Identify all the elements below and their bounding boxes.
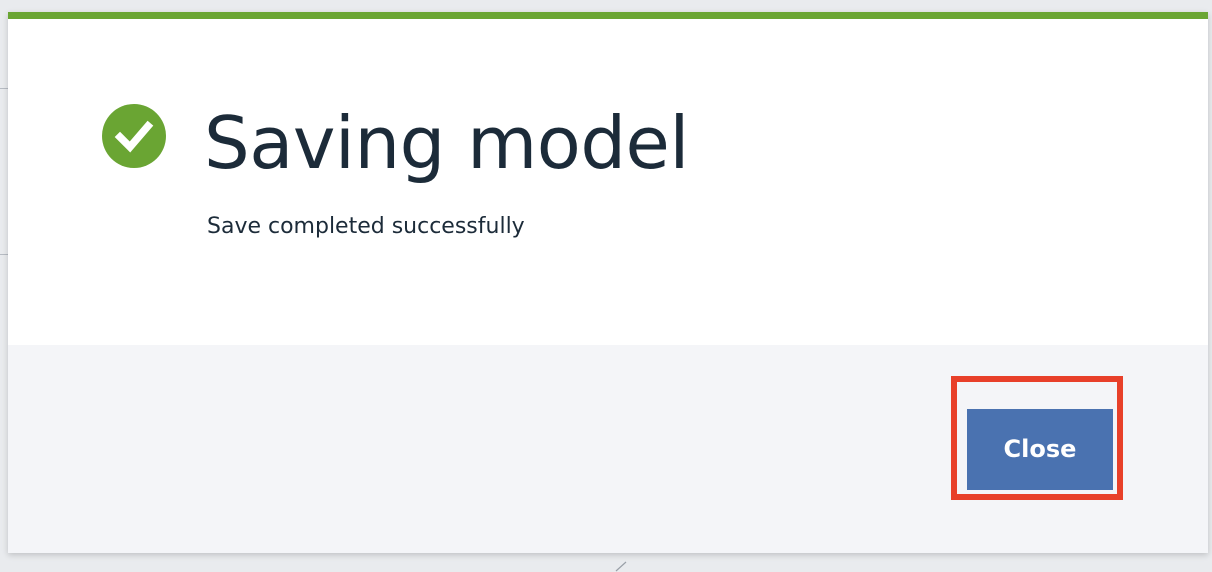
check-circle-icon: [102, 104, 166, 168]
save-status-dialog: Saving model Save completed successfully…: [8, 12, 1208, 553]
backdrop-divider: [0, 254, 8, 255]
dialog-message: Save completed successfully: [207, 214, 525, 239]
close-button[interactable]: Close: [967, 409, 1113, 490]
backdrop-divider: [0, 88, 8, 89]
resize-handle-icon: [615, 561, 627, 572]
dialog-header: Saving model Save completed successfully: [8, 19, 1208, 345]
checkmark-icon: [114, 120, 154, 153]
dialog-title: Saving model: [204, 101, 689, 185]
dialog-footer: Close: [8, 345, 1208, 553]
dialog-accent-bar: [8, 12, 1208, 19]
